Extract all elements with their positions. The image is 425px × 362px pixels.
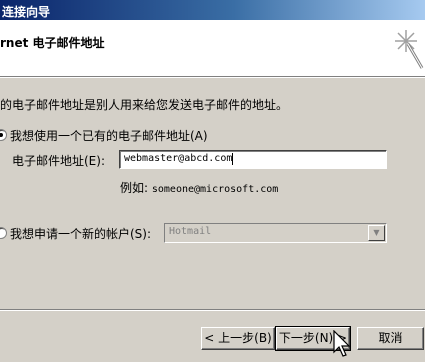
existing-address-radio[interactable] bbox=[0, 129, 7, 141]
wizard-header: rnet 电子邮件地址 bbox=[0, 20, 425, 78]
email-address-label: 电子邮件地址(E): bbox=[12, 154, 105, 168]
example-prefix: 例如: bbox=[120, 181, 149, 195]
text-caret bbox=[232, 153, 233, 165]
back-button[interactable]: < 上一步(B) bbox=[201, 327, 275, 350]
provider-value: Hotmail bbox=[169, 226, 212, 237]
email-address-value: webmaster@abcd.com bbox=[124, 153, 233, 164]
cancel-button[interactable]: 取消 bbox=[357, 327, 424, 350]
mouse-cursor-icon bbox=[333, 330, 351, 357]
chevron-down-icon[interactable]: ▼ bbox=[368, 225, 385, 241]
email-example: 例如: someone@microsoft.com bbox=[120, 179, 278, 196]
title-bar[interactable]: 连接向导 bbox=[0, 0, 425, 20]
existing-address-label[interactable]: 我想使用一个已有的电子邮件地址(A) bbox=[10, 127, 208, 144]
page-title: rnet 电子邮件地址 bbox=[0, 36, 105, 50]
new-account-label[interactable]: 我想申请一个新的帐户(S): bbox=[10, 225, 151, 242]
window-title: 连接向导 bbox=[2, 5, 51, 19]
description-text: 的电子邮件地址是别人用来给您发送电子邮件的地址。 bbox=[0, 98, 289, 112]
example-value: someone@microsoft.com bbox=[151, 184, 279, 195]
new-account-radio[interactable] bbox=[0, 227, 7, 239]
provider-select[interactable]: Hotmail ▼ bbox=[164, 223, 387, 243]
magic-wand-icon bbox=[395, 30, 424, 69]
email-address-input[interactable]: webmaster@abcd.com bbox=[119, 150, 387, 169]
